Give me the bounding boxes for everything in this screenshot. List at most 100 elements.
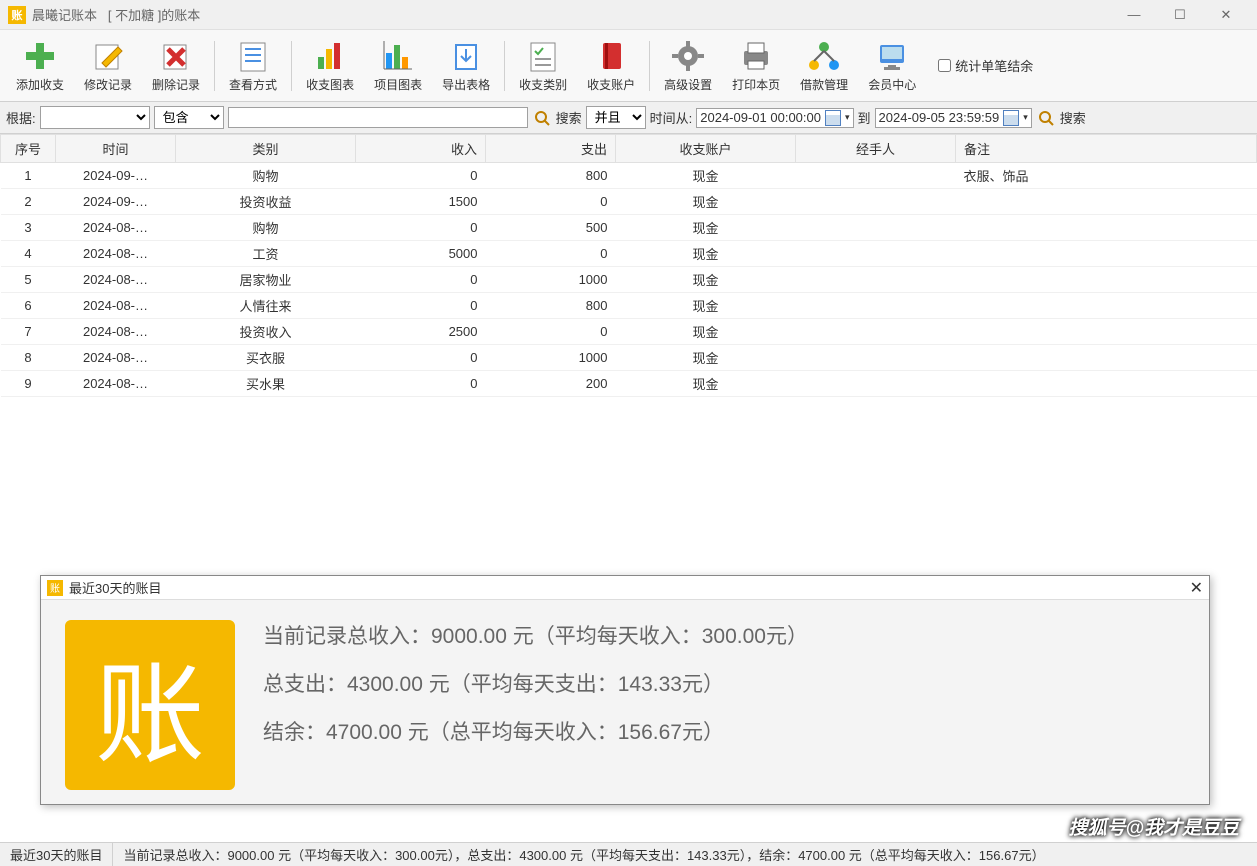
close-button[interactable]: ✕ [1203,0,1249,30]
cell-time: 2024-08-… [56,215,176,241]
chevron-down-icon: ▾ [1023,112,1028,123]
account-button[interactable]: 收支账户 [579,34,643,97]
account-logo: 账 [65,620,235,790]
edit-record-button[interactable]: 修改记录 [76,34,140,97]
logic-select[interactable]: 并且 [586,106,646,129]
member-button[interactable]: 会员中心 [860,34,924,97]
cell-account: 现金 [616,163,796,189]
col-expense[interactable]: 支出 [486,135,616,163]
basis-select[interactable] [40,106,150,129]
summary-line-expense: 总支出：4300.00 元（平均每天支出：143.33元） [263,668,808,698]
income-chart-button[interactable]: 收支图表 [298,34,362,97]
loan-button[interactable]: 借款管理 [792,34,856,97]
col-time[interactable]: 时间 [56,135,176,163]
col-income[interactable]: 收入 [356,135,486,163]
export-button[interactable]: 导出表格 [434,34,498,97]
search-icon[interactable] [532,108,552,128]
col-handler[interactable]: 经手人 [796,135,956,163]
title-bar: 账 晨曦记账本 [ 不加糖 ]的账本 ― ☐ ✕ [0,0,1257,30]
cell-income: 0 [356,267,486,293]
cell-category: 购物 [176,215,356,241]
cell-account: 现金 [616,267,796,293]
cell-category: 人情往来 [176,293,356,319]
export-icon [446,38,486,74]
minimize-button[interactable]: ― [1111,0,1157,30]
table-row[interactable]: 72024-08-…投资收入25000现金 [1,319,1257,345]
close-icon[interactable]: ✕ [1190,578,1203,598]
time-from-label: 时间从: [650,108,693,127]
cell-handler [796,319,956,345]
cell-income: 1500 [356,189,486,215]
summary-text: 当前记录总收入：9000.00 元（平均每天收入：300.00元） 总支出：43… [263,620,808,746]
cell-account: 现金 [616,371,796,397]
single-balance-checkbox[interactable]: 统计单笔结余 [938,56,1033,75]
cell-time: 2024-08-… [56,241,176,267]
cell-time: 2024-08-… [56,293,176,319]
status-segment-1: 最近30天的账目 [0,843,113,866]
table-row[interactable]: 82024-08-…买衣服01000现金 [1,345,1257,371]
cell-index: 8 [1,345,56,371]
table-row[interactable]: 32024-08-…购物0500现金 [1,215,1257,241]
watermark: 搜狐号@我才是豆豆 [1068,813,1239,840]
cell-category: 购物 [176,163,356,189]
maximize-button[interactable]: ☐ [1157,0,1203,30]
cell-handler [796,293,956,319]
delete-record-button[interactable]: 删除记录 [144,34,208,97]
calendar-icon [1003,110,1019,126]
single-balance-check-input[interactable] [938,59,951,72]
col-category[interactable]: 类别 [176,135,356,163]
cell-account: 现金 [616,345,796,371]
basis-label: 根据: [6,108,36,127]
cell-note [956,215,1257,241]
cell-expense: 1000 [486,267,616,293]
col-note[interactable]: 备注 [956,135,1257,163]
cell-account: 现金 [616,241,796,267]
view-mode-button[interactable]: 查看方式 [221,34,285,97]
cell-expense: 200 [486,371,616,397]
date-end-picker[interactable]: 2024-09-05 23:59:59 ▾ [875,108,1032,128]
cell-index: 6 [1,293,56,319]
cell-note [956,345,1257,371]
cell-category: 买水果 [176,371,356,397]
monitor-icon [872,38,912,74]
cell-category: 居家物业 [176,267,356,293]
cell-expense: 0 [486,241,616,267]
filter-bar: 根据: 包含 搜索 并且 时间从: 2024-09-01 00:00:00 ▾ … [0,102,1257,134]
cell-index: 3 [1,215,56,241]
project-chart-button[interactable]: 项目图表 [366,34,430,97]
operator-select[interactable]: 包含 [154,106,224,129]
col-index[interactable]: 序号 [1,135,56,163]
settings-button[interactable]: 高级设置 [656,34,720,97]
cell-handler [796,241,956,267]
col-account[interactable]: 收支账户 [616,135,796,163]
status-bar: 最近30天的账目 当前记录总收入：9000.00 元（平均每天收入：300.00… [0,842,1257,866]
table-row[interactable]: 12024-09-…购物0800现金衣服、饰品 [1,163,1257,189]
cell-income: 0 [356,293,486,319]
table-row[interactable]: 42024-08-…工资50000现金 [1,241,1257,267]
add-record-button[interactable]: 添加收支 [8,34,72,97]
table-row[interactable]: 62024-08-…人情往来0800现金 [1,293,1257,319]
table-row[interactable]: 92024-08-…买水果0200现金 [1,371,1257,397]
app-icon: 账 [8,6,26,24]
app-icon: 账 [47,580,63,596]
delete-icon [156,38,196,74]
table-header-row: 序号 时间 类别 收入 支出 收支账户 经手人 备注 [1,135,1257,163]
cell-note [956,241,1257,267]
cell-income: 0 [356,345,486,371]
records-table: 序号 时间 类别 收入 支出 收支账户 经手人 备注 12024-09-…购物0… [0,134,1257,397]
cell-note: 衣服、饰品 [956,163,1257,189]
book-icon [591,38,631,74]
print-button[interactable]: 打印本页 [724,34,788,97]
summary-title-text: 最近30天的账目 [69,578,161,597]
search-icon-2[interactable] [1036,108,1056,128]
keyword-input[interactable] [228,107,528,128]
date-start-picker[interactable]: 2024-09-01 00:00:00 ▾ [696,108,853,128]
cell-income: 2500 [356,319,486,345]
main-toolbar: 添加收支 修改记录 删除记录 查看方式 收支图表 项目图表 导出表格 收支类别 … [0,30,1257,102]
cell-time: 2024-09-… [56,163,176,189]
table-row[interactable]: 52024-08-…居家物业01000现金 [1,267,1257,293]
table-row[interactable]: 22024-09-…投资收益15000现金 [1,189,1257,215]
to-label: 到 [858,108,871,127]
cell-index: 9 [1,371,56,397]
category-button[interactable]: 收支类别 [511,34,575,97]
